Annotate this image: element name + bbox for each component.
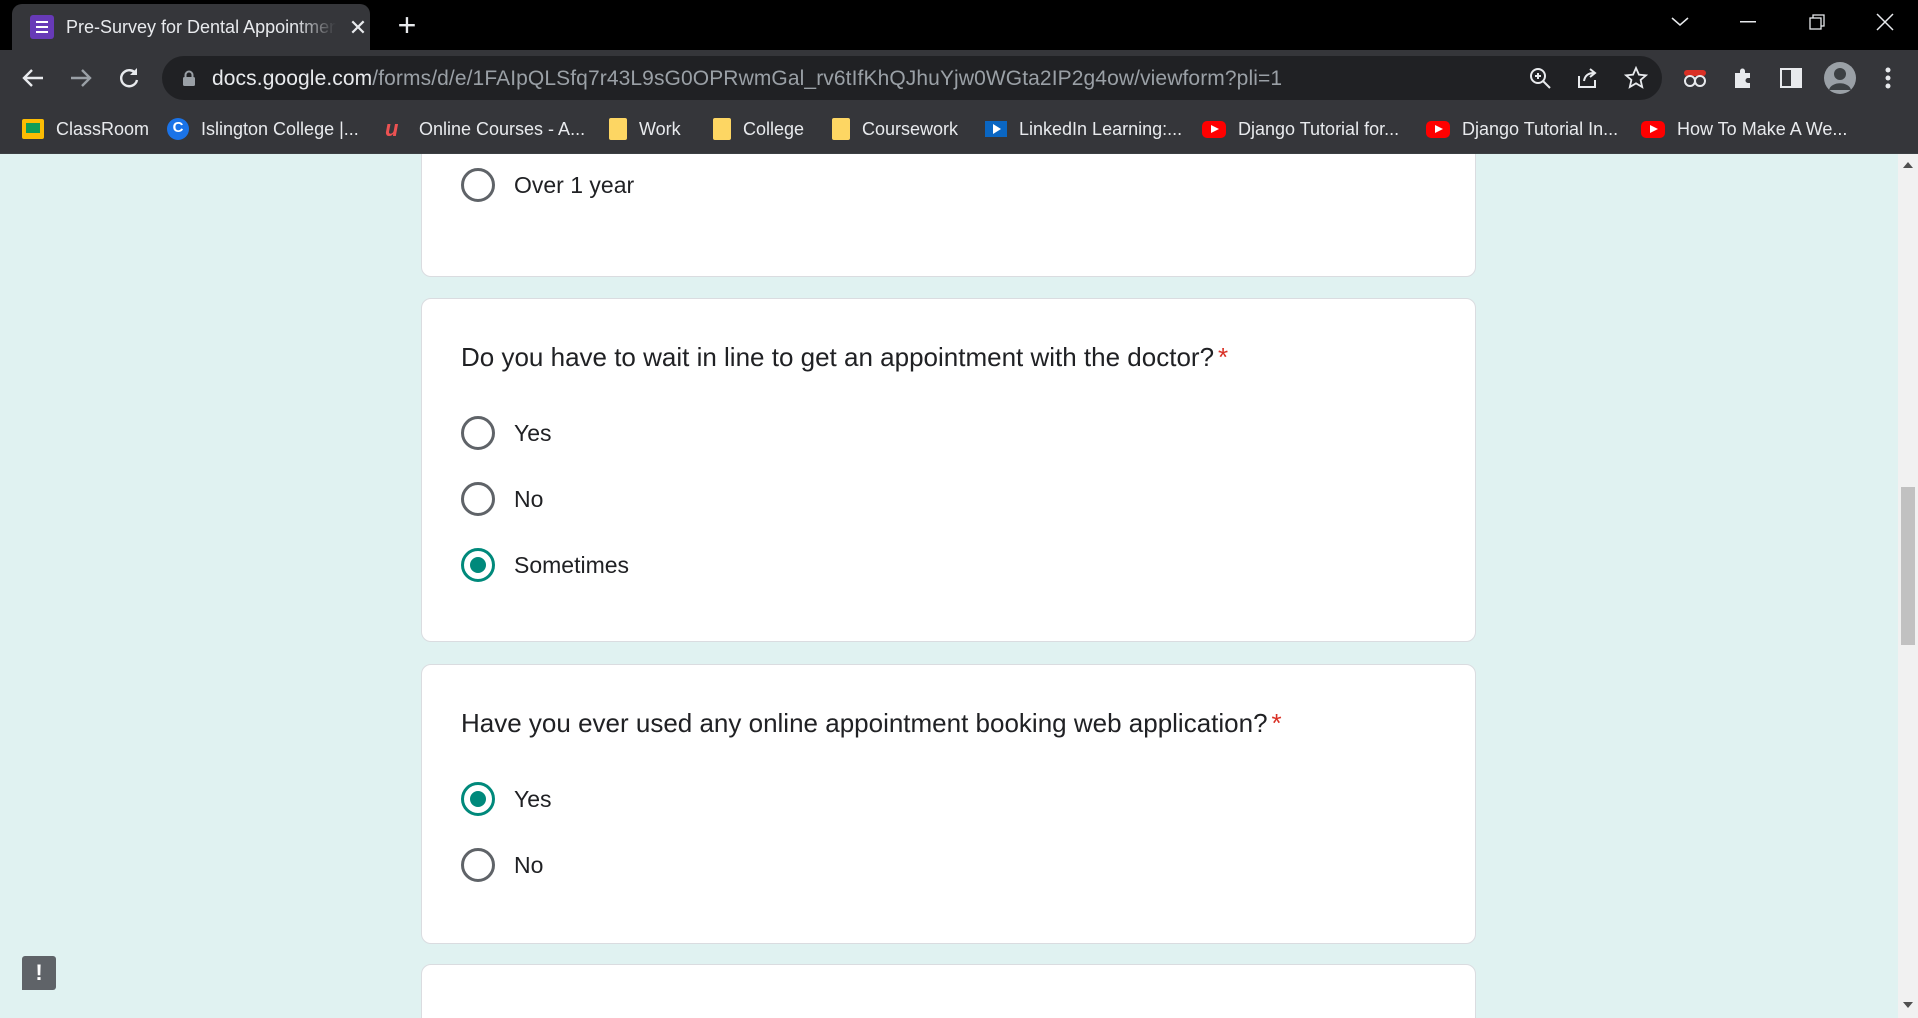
- side-panel-icon[interactable]: [1773, 60, 1809, 96]
- scroll-down-icon[interactable]: [1903, 1002, 1913, 1008]
- islington-icon: C: [167, 118, 189, 140]
- new-tab-button[interactable]: +: [390, 8, 424, 42]
- bookmark-work[interactable]: Work: [609, 116, 681, 142]
- bookmark-online-courses[interactable]: u Online Courses - A...: [385, 116, 585, 142]
- tab-search-icon[interactable]: [1652, 0, 1708, 44]
- minimize-icon[interactable]: [1720, 0, 1776, 44]
- forward-icon[interactable]: [61, 58, 101, 98]
- question-card-online-booking: Have you ever used any online appointmen…: [421, 664, 1476, 944]
- radio-button-selected[interactable]: [461, 548, 495, 582]
- extension-icon[interactable]: [1677, 60, 1713, 96]
- question-title: Have you ever used any online appointmen…: [461, 708, 1282, 738]
- google-forms-icon: [30, 15, 54, 39]
- radio-option-yes[interactable]: Yes: [461, 781, 552, 817]
- tab-strip: Pre-Survey for Dental Appointment ✕ +: [0, 0, 1918, 50]
- address-bar[interactable]: docs.google.com/forms/d/e/1FAIpQLSfq7r43…: [162, 56, 1662, 100]
- profile-avatar[interactable]: [1822, 60, 1858, 96]
- close-window-icon[interactable]: [1857, 0, 1913, 44]
- reload-icon[interactable]: [109, 58, 149, 98]
- tab-title: Pre-Survey for Dental Appointment: [66, 17, 336, 37]
- folder-icon: [713, 118, 731, 140]
- form-page: Over 1 year Do you have to wait in line …: [0, 154, 1918, 1018]
- scrollbar-thumb[interactable]: [1901, 487, 1915, 645]
- radio-button[interactable]: [461, 482, 495, 516]
- youtube-icon: [1426, 120, 1450, 138]
- question-card-partial: Over 1 year: [421, 154, 1476, 277]
- share-icon[interactable]: [1575, 65, 1601, 91]
- tab-close-icon[interactable]: ✕: [346, 16, 370, 40]
- radio-option-no[interactable]: No: [461, 481, 543, 517]
- star-icon[interactable]: [1623, 65, 1649, 91]
- back-icon[interactable]: [13, 58, 53, 98]
- radio-option-over-1-year[interactable]: Over 1 year: [461, 167, 634, 203]
- question-title: Do you have to wait in line to get an ap…: [461, 342, 1229, 372]
- scroll-up-icon[interactable]: [1903, 162, 1913, 168]
- linkedin-learning-icon: [985, 121, 1007, 137]
- radio-option-sometimes[interactable]: Sometimes: [461, 547, 629, 583]
- bookmarks-bar: ClassRoom C Islington College |... u Onlin…: [0, 106, 1918, 154]
- radio-option-yes[interactable]: Yes: [461, 415, 552, 451]
- radio-option-no[interactable]: No: [461, 847, 543, 883]
- question-card-wait-in-line: Do you have to wait in line to get an ap…: [421, 298, 1476, 642]
- puzzle-icon[interactable]: [1725, 60, 1761, 96]
- bookmark-coursework[interactable]: Coursework: [832, 116, 958, 142]
- zoom-icon[interactable]: [1527, 65, 1553, 91]
- classroom-icon: [22, 119, 44, 139]
- bookmark-college[interactable]: College: [713, 116, 804, 142]
- udemy-icon: u: [385, 116, 399, 141]
- lock-icon: [183, 70, 195, 86]
- folder-icon: [609, 118, 627, 140]
- radio-button[interactable]: [461, 416, 495, 450]
- radio-button[interactable]: [461, 848, 495, 882]
- question-card-next: [421, 964, 1476, 1018]
- required-asterisk: *: [1218, 342, 1229, 372]
- tab-active[interactable]: Pre-Survey for Dental Appointment ✕: [12, 4, 370, 50]
- radio-button-selected[interactable]: [461, 782, 495, 816]
- folder-icon: [832, 118, 850, 140]
- bookmark-islington[interactable]: C Islington College |...: [167, 116, 359, 142]
- scrollbar[interactable]: [1898, 154, 1918, 1018]
- url-text: docs.google.com/forms/d/e/1FAIpQLSfq7r43…: [212, 67, 1283, 90]
- menu-icon[interactable]: [1870, 60, 1906, 96]
- radio-button[interactable]: [461, 168, 495, 202]
- youtube-icon: [1641, 120, 1665, 138]
- bookmark-how-to-make[interactable]: How To Make A We...: [1641, 116, 1847, 142]
- toolbar: docs.google.com/forms/d/e/1FAIpQLSfq7r43…: [0, 50, 1918, 106]
- bookmark-linkedin-learning[interactable]: LinkedIn Learning:...: [985, 116, 1182, 142]
- restore-icon[interactable]: [1789, 0, 1845, 44]
- feedback-icon[interactable]: !: [22, 956, 56, 990]
- bookmark-django-tutorial-2[interactable]: Django Tutorial In...: [1426, 116, 1618, 142]
- bookmark-django-tutorial-1[interactable]: Django Tutorial for...: [1202, 116, 1399, 142]
- browser-chrome: Pre-Survey for Dental Appointment ✕ + do…: [0, 0, 1918, 154]
- bookmark-classroom[interactable]: ClassRoom: [22, 116, 149, 142]
- youtube-icon: [1202, 120, 1226, 138]
- required-asterisk: *: [1271, 708, 1282, 738]
